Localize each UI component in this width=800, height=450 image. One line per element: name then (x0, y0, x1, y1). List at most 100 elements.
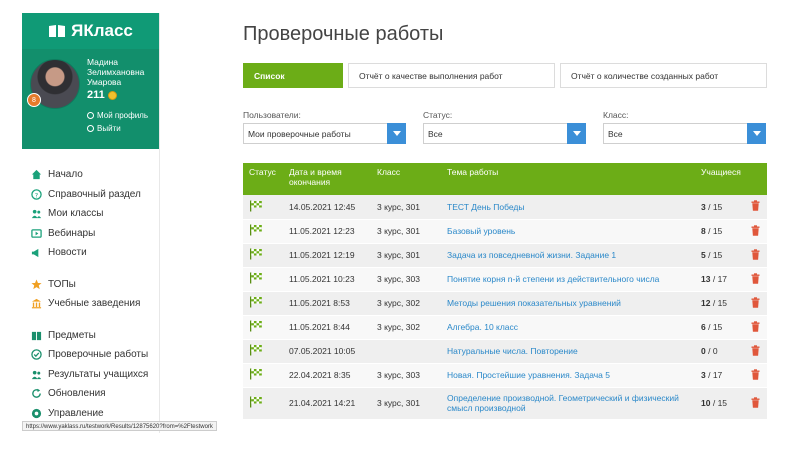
book-icon (31, 331, 42, 340)
coin-icon (107, 90, 117, 100)
sidebar-item-news[interactable]: Новости (22, 243, 159, 263)
class-cell: 3 курс, 302 (371, 315, 441, 340)
students-cell: 8 / 15 (695, 219, 745, 244)
students-cell: 3 / 17 (695, 363, 745, 388)
class-filter: Класс: Все (603, 110, 766, 144)
status-cell (243, 195, 283, 220)
delete-cell (745, 339, 767, 364)
students-done: 10 (701, 398, 711, 408)
sidebar-item-results[interactable]: Результаты учащихся (22, 365, 159, 385)
students-total: 15 (717, 298, 728, 308)
chevron-down-icon[interactable] (567, 123, 586, 144)
trash-icon[interactable] (751, 248, 760, 262)
logo[interactable]: ЯКласс (22, 13, 159, 49)
students-done: 6 (701, 322, 706, 332)
sidebar-item-tops[interactable]: ТОПы (22, 275, 159, 295)
delete-cell (745, 267, 767, 292)
trash-icon[interactable] (751, 396, 760, 410)
finish-flag-icon (249, 344, 263, 358)
topic-link[interactable]: Новая. Простейшие уравнения. Задача 5 (441, 363, 695, 388)
table-row[interactable]: 11.05.2021 12:23 3 курс, 301 Базовый урове… (243, 219, 767, 244)
trash-icon[interactable] (751, 272, 760, 286)
users-select[interactable]: Мои проверочные работы (243, 123, 406, 144)
table-row[interactable]: 11.05.2021 12:19 3 курс, 301 Задача из пов… (243, 243, 767, 268)
sidebar-item-schools[interactable]: Учебные заведения (22, 294, 159, 314)
date-cell: 22.04.2021 8:35 (283, 363, 371, 388)
sidebar-item-label: Вебинары (48, 227, 96, 239)
sidebar-item-webinars[interactable]: Вебинары (22, 224, 159, 244)
sidebar-item-label: Справочный раздел (48, 188, 141, 200)
table-row[interactable]: 14.05.2021 12:45 3 курс, 301 ТЕСТ День Поб… (243, 195, 767, 220)
status-filter: Статус: Все (423, 110, 586, 144)
topic-link[interactable]: Алгебра. 10 класс (441, 315, 695, 340)
video-icon (31, 228, 42, 238)
check-icon (31, 349, 42, 360)
topic-link[interactable]: Базовый уровень (441, 219, 695, 244)
trash-icon[interactable] (751, 296, 760, 310)
trash-icon[interactable] (751, 344, 760, 358)
sidebar-item-classes[interactable]: Мои классы (22, 204, 159, 224)
sidebar-item-home[interactable]: Начало (22, 165, 159, 185)
students-done: 0 (701, 346, 706, 356)
sidebar: ЯКласс 8 Мадина Зелимхановна Умарова 211… (22, 13, 160, 433)
trash-icon[interactable] (751, 320, 760, 334)
students-total: 15 (712, 322, 723, 332)
col-date[interactable]: Дата и время окончания (283, 163, 371, 195)
select-value: Все (428, 128, 443, 139)
col-class[interactable]: Класс (371, 163, 441, 195)
status-cell (243, 315, 283, 340)
sidebar-item-reference[interactable]: ? Справочный раздел (22, 185, 159, 205)
topic-link[interactable]: Определение производной. Геометрический … (441, 387, 695, 420)
table-row[interactable]: 07.05.2021 10:05 Натуральные числа. Повто… (243, 339, 767, 364)
status-cell (243, 243, 283, 268)
col-topic[interactable]: Тема работы (441, 163, 695, 195)
finish-flag-icon (249, 272, 263, 286)
sidebar-item-label: Новости (48, 247, 87, 259)
table-row[interactable]: 11.05.2021 8:44 3 курс, 302 Алгебра. 10 кл… (243, 315, 767, 340)
topic-link[interactable]: Задача из повседневной жизни. Задание 1 (441, 243, 695, 268)
tab-list[interactable]: Список (243, 63, 343, 88)
profile-card: 8 Мадина Зелимхановна Умарова 211 Мой пр… (22, 49, 159, 149)
chevron-down-icon[interactable] (747, 123, 766, 144)
table-row[interactable]: 21.04.2021 14:21 3 курс, 301 Определение п… (243, 387, 767, 420)
page-title: Проверочные работы (243, 23, 444, 45)
topic-link[interactable]: ТЕСТ День Победы (441, 195, 695, 220)
main-content: Проверочные работы Список Отчёт о качест… (243, 13, 767, 420)
logout-link[interactable]: Выйти (87, 124, 121, 133)
trash-icon[interactable] (751, 200, 760, 213)
col-status[interactable]: Статус (243, 163, 283, 195)
trash-icon[interactable] (751, 224, 760, 238)
date-cell: 11.05.2021 8:44 (283, 315, 371, 340)
sidebar-item-subjects[interactable]: Предметы (22, 326, 159, 346)
students-total: 0 (712, 346, 718, 356)
classes-icon (31, 210, 42, 219)
sidebar-item-label: Предметы (48, 329, 96, 341)
class-cell: 3 курс, 301 (371, 219, 441, 244)
tab-quality-report[interactable]: Отчёт о качестве выполнения работ (348, 63, 555, 88)
filter-label: Пользователи: (243, 110, 301, 120)
chevron-down-icon[interactable] (387, 123, 406, 144)
students-total: 17 (717, 274, 728, 284)
level-badge: 8 (27, 93, 41, 107)
col-students[interactable]: Учащиеся (695, 163, 745, 195)
class-select[interactable]: Все (603, 123, 766, 144)
status-select[interactable]: Все (423, 123, 586, 144)
topic-link[interactable]: Натуральные числа. Повторение (441, 339, 695, 364)
students-total: 15 (712, 226, 723, 236)
table-row[interactable]: 22.04.2021 8:35 3 курс, 303 Новая. Простей… (243, 363, 767, 388)
table-row[interactable]: 11.05.2021 10:23 3 курс, 303 Понятие корня… (243, 267, 767, 292)
sidebar-item-updates[interactable]: Обновления (22, 384, 159, 404)
points-value: 211 (87, 89, 105, 101)
table-row[interactable]: 11.05.2021 8:53 3 курс, 302 Методы решения… (243, 291, 767, 316)
topic-link[interactable]: Методы решения показательных уравнений (441, 291, 695, 316)
trash-icon[interactable] (751, 368, 760, 382)
sidebar-item-tests[interactable]: Проверочные работы (22, 345, 159, 365)
tab-quantity-report[interactable]: Отчёт о количестве созданных работ (560, 63, 767, 88)
delete-cell (745, 291, 767, 316)
sidebar-item-label: Проверочные работы (48, 349, 149, 361)
my-profile-link[interactable]: Мой профиль (87, 111, 148, 120)
nav-group-main: Начало ? Справочный раздел Мои классы Ве… (22, 165, 159, 263)
logout-label: Выйти (97, 124, 121, 133)
topic-link[interactable]: Понятие корня n-й степени из действитель… (441, 267, 695, 292)
students-done: 3 (701, 370, 706, 380)
